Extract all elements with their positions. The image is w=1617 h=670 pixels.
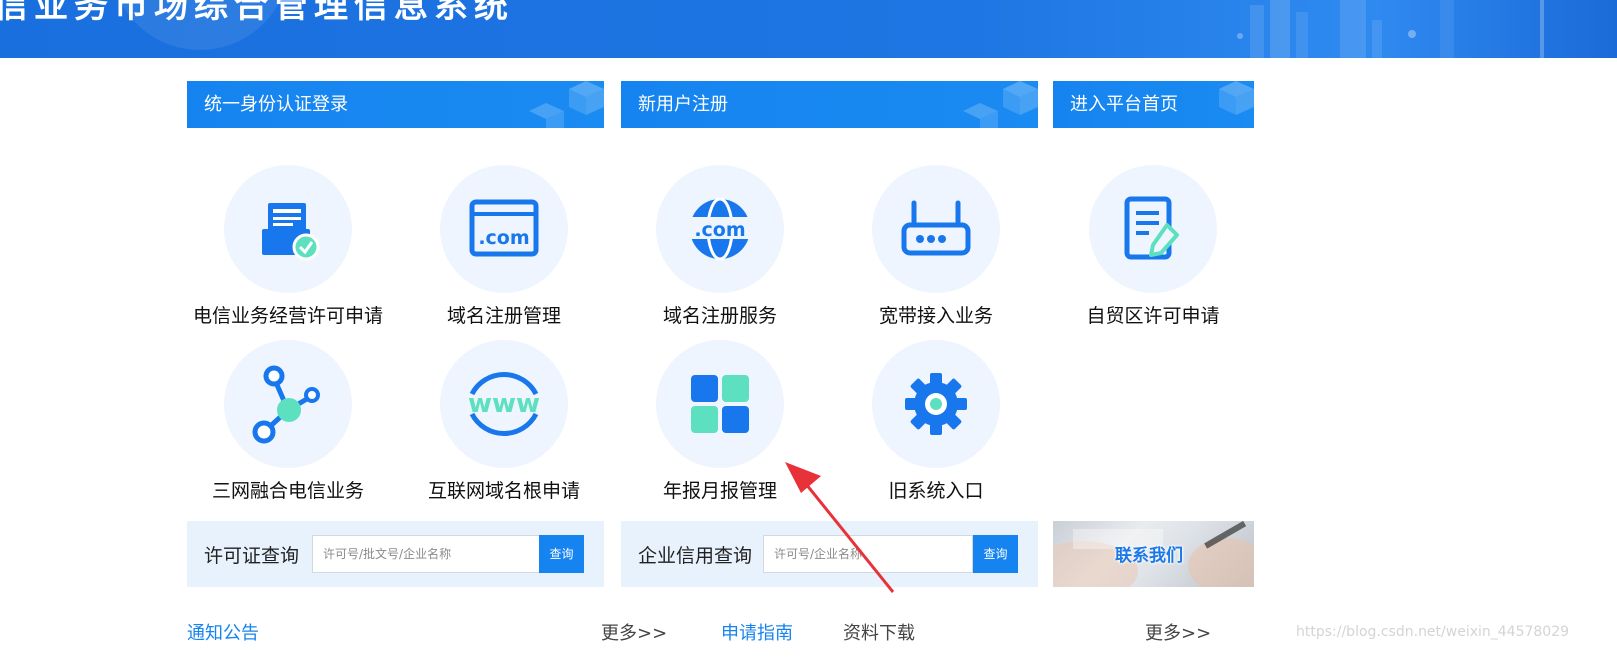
- tab-label: 统一身份认证登录: [204, 94, 348, 115]
- tile-icon-circle: [872, 165, 1000, 293]
- svg-text:.com: .com: [694, 219, 745, 241]
- tile-triple-play[interactable]: 三网融合电信业务: [180, 340, 396, 503]
- www-icon: www: [468, 371, 540, 437]
- tile-label: 域名注册管理: [446, 305, 561, 327]
- tile-label: 自贸区许可申请: [1086, 305, 1220, 327]
- tile-broadband[interactable]: 宽带接入业务: [828, 165, 1044, 328]
- license-application-icon: [262, 203, 320, 261]
- globe-com-icon: .com: [689, 197, 751, 261]
- svg-text:www: www: [468, 389, 540, 419]
- more-guide-link[interactable]: 更多>>: [1145, 619, 1211, 645]
- tile-icon-circle: www: [440, 340, 568, 468]
- credit-query-button[interactable]: 查询: [973, 535, 1018, 573]
- cube-decoration-icon: [529, 81, 604, 128]
- gear-icon: [905, 373, 967, 435]
- credit-query-input[interactable]: [763, 535, 973, 573]
- cube-decoration-icon: [1219, 81, 1254, 115]
- contact-us-label: 联系我们: [1115, 546, 1183, 566]
- more-notices-link[interactable]: 更多>>: [601, 619, 667, 645]
- guide-tab[interactable]: 申请指南: [721, 619, 793, 645]
- tile-label: 三网融合电信业务: [211, 480, 364, 502]
- tile-label: 旧系统入口: [888, 480, 984, 502]
- tile-ftz-license[interactable]: 自贸区许可申请: [1045, 165, 1261, 328]
- tile-icon-circle: [872, 340, 1000, 468]
- tile-icon-circle: [1089, 165, 1217, 293]
- tile-domain-root[interactable]: www 互联网域名根申请: [396, 340, 612, 503]
- contact-us-banner[interactable]: 联系我们: [1053, 521, 1254, 587]
- tab-label: 进入平台首页: [1070, 94, 1178, 115]
- domain-com-window-icon: .com: [469, 199, 539, 257]
- license-query-panel: 许可证查询 查询: [187, 521, 604, 587]
- tile-label: 年报月报管理: [662, 480, 777, 502]
- license-query-label: 许可证查询: [204, 545, 300, 567]
- grid-blocks-icon: [691, 375, 749, 433]
- tile-label: 电信业务经营许可申请: [192, 305, 383, 327]
- tile-icon-circle: [224, 165, 352, 293]
- router-icon: [901, 200, 971, 256]
- tab-unified-login[interactable]: 统一身份认证登录: [187, 81, 604, 128]
- document-edit-icon: [1124, 196, 1179, 260]
- svg-text:.com: .com: [478, 227, 529, 249]
- watermark-text: https://blog.csdn.net/weixin_44578029: [1296, 624, 1570, 640]
- tile-label: 宽带接入业务: [878, 305, 993, 327]
- credit-query-panel: 企业信用查询 查询: [621, 521, 1038, 587]
- tile-domain-management[interactable]: .com 域名注册管理: [396, 165, 612, 328]
- tab-label: 新用户注册: [638, 94, 728, 115]
- tile-icon-circle: [656, 340, 784, 468]
- tab-platform-home[interactable]: 进入平台首页: [1053, 81, 1254, 128]
- tile-label: 域名注册服务: [662, 305, 777, 327]
- notices-link[interactable]: 通知公告: [187, 619, 259, 645]
- tile-telecom-license[interactable]: 电信业务经营许可申请: [180, 165, 396, 328]
- tab-register[interactable]: 新用户注册: [621, 81, 1038, 128]
- tile-label: 互联网域名根申请: [427, 480, 580, 502]
- tile-icon-circle: [224, 340, 352, 468]
- tile-icon-circle: .com: [656, 165, 784, 293]
- tile-domain-service[interactable]: .com 域名注册服务: [612, 165, 828, 328]
- header-banner: 信业务市场综合管理信息系统: [0, 0, 1617, 58]
- tile-icon-circle: .com: [440, 165, 568, 293]
- license-query-input[interactable]: [312, 535, 540, 573]
- license-query-button[interactable]: 查询: [539, 535, 584, 573]
- credit-query-label: 企业信用查询: [638, 545, 753, 567]
- network-nodes-icon: [252, 365, 320, 444]
- system-title: 信业务市场综合管理信息系统: [0, 0, 514, 26]
- tile-annual-monthly-report[interactable]: 年报月报管理: [612, 340, 828, 503]
- cube-decoration-icon: [963, 81, 1038, 128]
- downloads-tab[interactable]: 资料下载: [843, 619, 915, 645]
- tile-legacy-system[interactable]: 旧系统入口: [828, 340, 1044, 503]
